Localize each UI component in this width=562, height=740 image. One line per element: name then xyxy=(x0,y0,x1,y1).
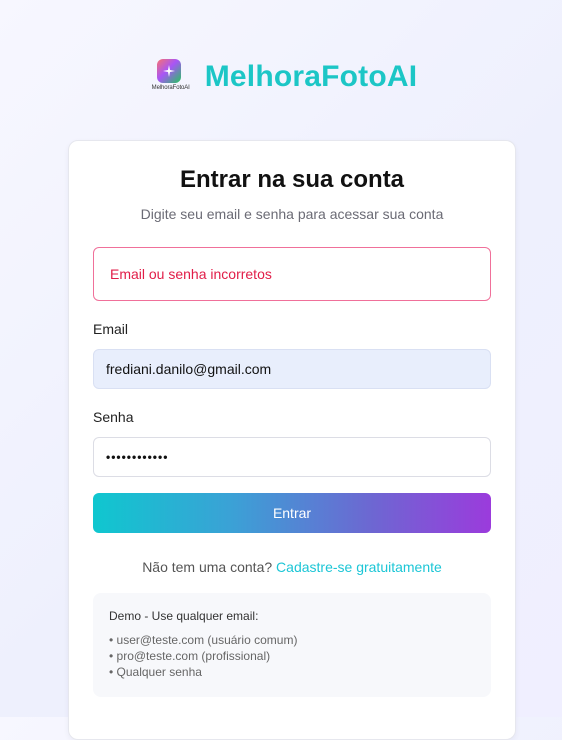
brand-header: MelhoraFotoAI MelhoraFotoAI xyxy=(0,56,562,98)
email-field[interactable]: frediani.danilo@gmail.com xyxy=(93,349,491,389)
login-button-label: Entrar xyxy=(272,505,312,521)
signup-prompt: Não tem uma conta? Cadastre-se gratuitam… xyxy=(69,559,515,575)
page-subtitle: Digite seu email e senha para acessar su… xyxy=(140,206,444,222)
password-field[interactable]: •••••••••••• xyxy=(93,437,491,477)
demo-line: • Qualquer senha xyxy=(109,665,202,679)
login-button[interactable]: Entrar xyxy=(93,493,491,533)
error-message: Email ou senha incorretos xyxy=(110,266,272,282)
password-value: •••••••••••• xyxy=(106,450,169,464)
signup-link[interactable]: Cadastre-se gratuitamente xyxy=(276,559,442,575)
demo-line: • pro@teste.com (profissional) xyxy=(109,649,271,663)
app-logo: MelhoraFotoAI xyxy=(145,56,197,98)
password-label: Senha xyxy=(93,409,134,425)
brand-name: MelhoraFotoAI xyxy=(204,60,418,93)
logo-caption: MelhoraFotoAI xyxy=(151,85,190,91)
email-value: frediani.danilo@gmail.com xyxy=(106,361,272,377)
demo-title: Demo - Use qualquer email: xyxy=(109,609,259,623)
error-alert: Email ou senha incorretos xyxy=(93,247,491,301)
signup-prompt-text: Não tem uma conta? xyxy=(142,559,273,575)
login-card: Entrar na sua conta Digite seu email e s… xyxy=(68,140,516,740)
email-label: Email xyxy=(93,321,129,337)
page-title: Entrar na sua conta xyxy=(179,166,405,193)
demo-line: • user@teste.com (usuário comum) xyxy=(109,633,298,647)
sparkle-icon xyxy=(156,59,181,83)
demo-info-box: Demo - Use qualquer email: • user@teste.… xyxy=(93,593,491,697)
